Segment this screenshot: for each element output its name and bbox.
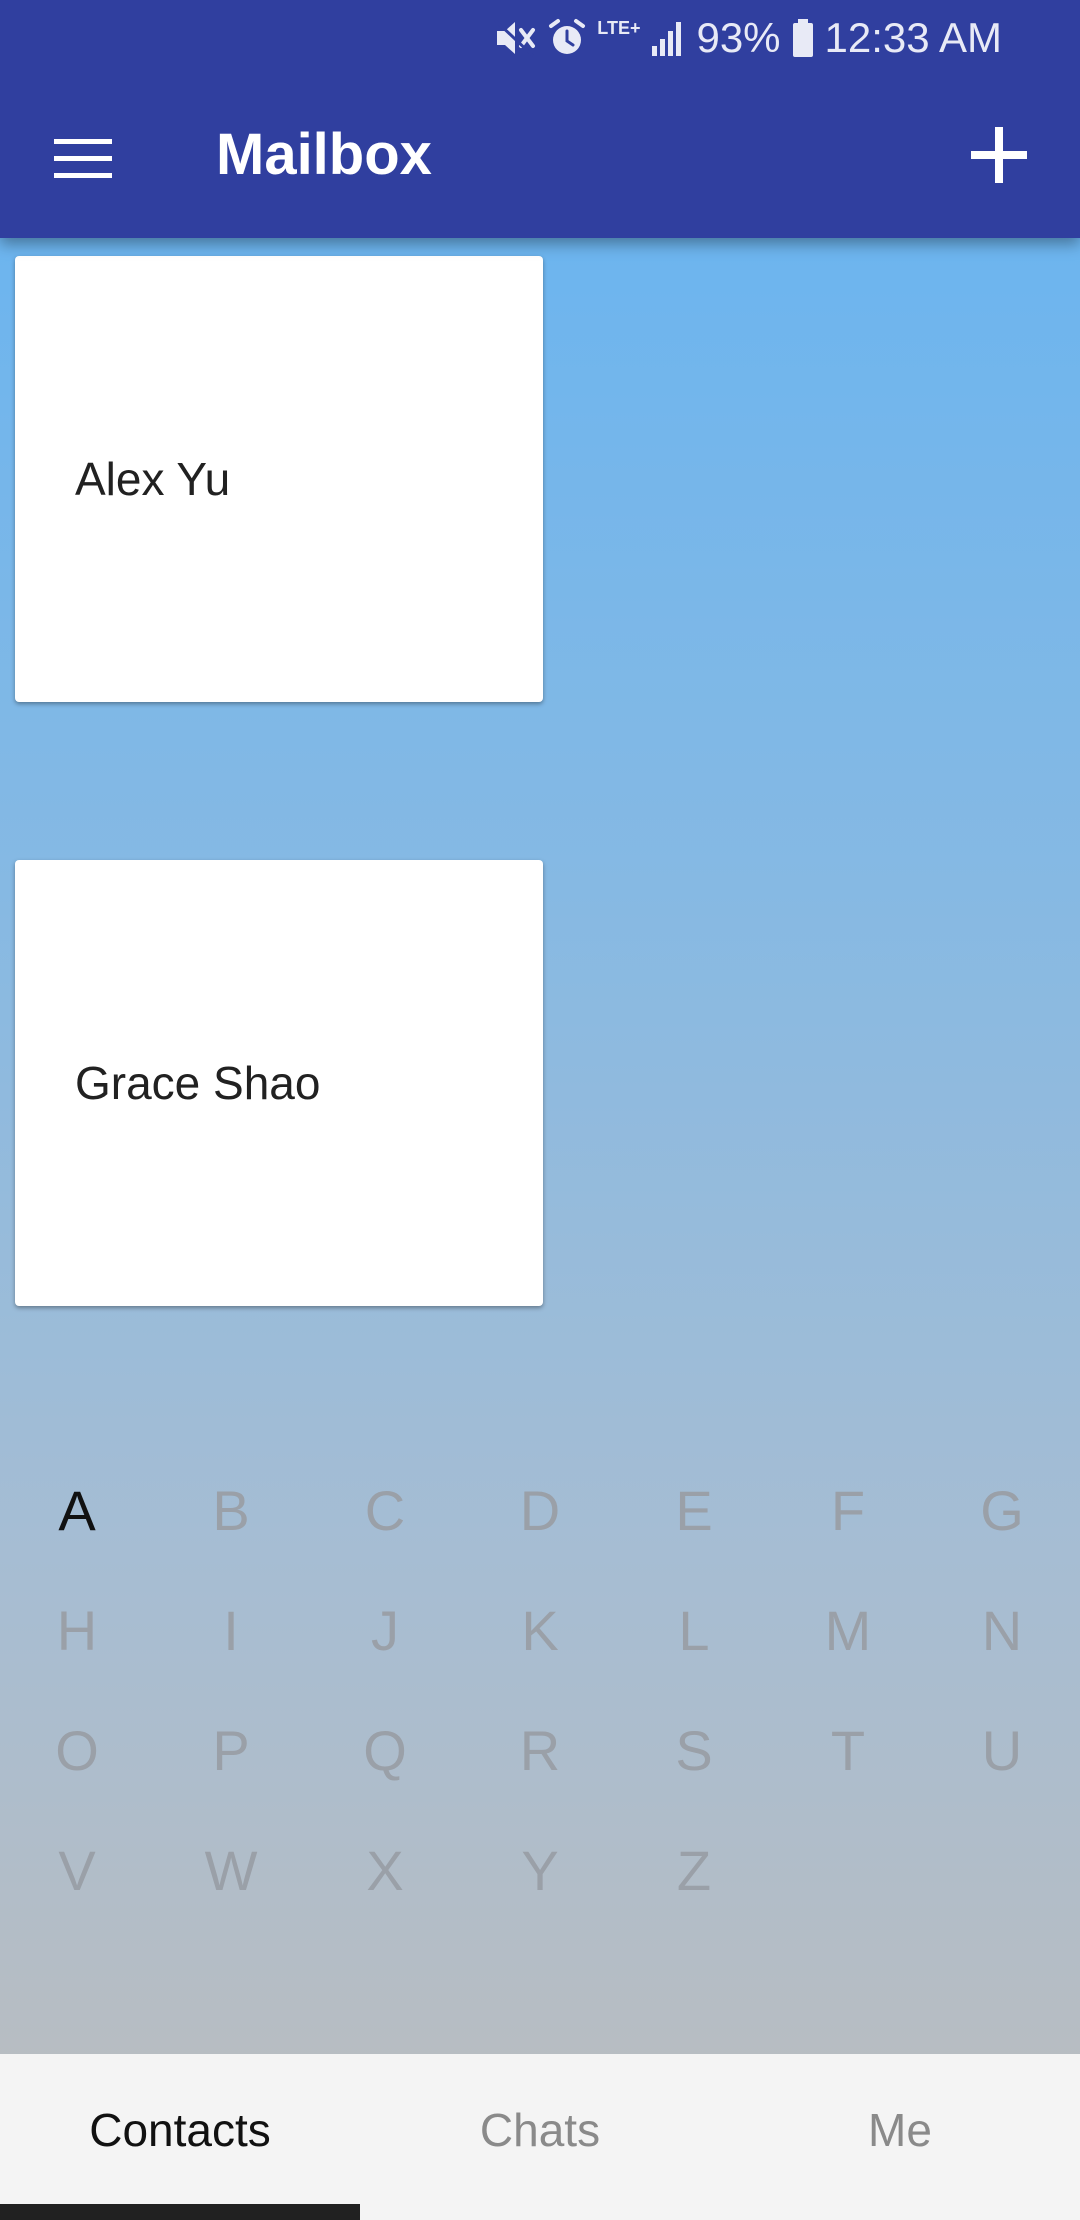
contact-name: Grace Shao bbox=[75, 1057, 321, 1109]
app-bar: LTE+ 93% 12:33 AM Mailbox bbox=[0, 0, 1080, 238]
alphabet-letter-k[interactable]: K bbox=[480, 1570, 600, 1690]
alphabet-letter-q[interactable]: Q bbox=[325, 1690, 445, 1810]
alphabet-letter-g[interactable]: G bbox=[942, 1450, 1062, 1570]
alphabet-letter-b[interactable]: B bbox=[171, 1450, 291, 1570]
alphabet-letter-i[interactable]: I bbox=[171, 1570, 291, 1690]
battery-icon bbox=[791, 18, 815, 58]
alphabet-letter-x[interactable]: X bbox=[325, 1810, 445, 1930]
bottom-tab-bar: Contacts Chats Me bbox=[0, 2054, 1080, 2220]
contact-name: Alex Yu bbox=[75, 453, 231, 505]
status-bar: LTE+ 93% 12:33 AM bbox=[0, 0, 1080, 76]
alphabet-letter-l[interactable]: L bbox=[634, 1570, 754, 1690]
alphabet-letter-y[interactable]: Y bbox=[480, 1810, 600, 1930]
alphabet-letter-o[interactable]: O bbox=[17, 1690, 137, 1810]
tab-contacts[interactable]: Contacts bbox=[0, 2054, 360, 2220]
alphabet-letter-m[interactable]: M bbox=[788, 1570, 908, 1690]
tab-me[interactable]: Me bbox=[720, 2054, 1080, 2220]
mute-icon bbox=[493, 18, 537, 58]
alphabet-letter-w[interactable]: W bbox=[171, 1810, 291, 1930]
alphabet-letter-j[interactable]: J bbox=[325, 1570, 445, 1690]
battery-percent: 93% bbox=[696, 14, 781, 61]
alphabet-letter-c[interactable]: C bbox=[325, 1450, 445, 1570]
lte-icon: LTE+ bbox=[597, 18, 641, 38]
alphabet-letter-t[interactable]: T bbox=[788, 1690, 908, 1810]
alphabet-letter-v[interactable]: V bbox=[17, 1810, 137, 1930]
alphabet-letter-z[interactable]: Z bbox=[634, 1810, 754, 1930]
alphabet-letter-e[interactable]: E bbox=[634, 1450, 754, 1570]
active-tab-indicator bbox=[0, 2204, 360, 2220]
signal-icon bbox=[650, 18, 686, 58]
alphabet-letter-a[interactable]: A bbox=[17, 1450, 137, 1570]
clock-time: 12:33 AM bbox=[824, 14, 1002, 61]
page-title: Mailbox bbox=[216, 122, 432, 187]
plus-icon bbox=[969, 125, 1029, 190]
alphabet-letter-r[interactable]: R bbox=[480, 1690, 600, 1810]
alphabet-letter-d[interactable]: D bbox=[480, 1450, 600, 1570]
contact-card[interactable]: Alex Yu bbox=[15, 256, 543, 702]
alphabet-letter-u[interactable]: U bbox=[942, 1690, 1062, 1810]
alarm-icon bbox=[547, 18, 587, 58]
contact-card[interactable]: Grace Shao bbox=[15, 860, 543, 1306]
alphabet-letter-s[interactable]: S bbox=[634, 1690, 754, 1810]
alphabet-letter-p[interactable]: P bbox=[171, 1690, 291, 1810]
add-contact-button[interactable] bbox=[956, 114, 1042, 200]
toolbar: Mailbox bbox=[0, 76, 1080, 238]
menu-button[interactable] bbox=[40, 118, 126, 204]
alphabet-letter-f[interactable]: F bbox=[788, 1450, 908, 1570]
hamburger-menu-icon bbox=[54, 137, 112, 186]
tab-chats[interactable]: Chats bbox=[360, 2054, 720, 2220]
alphabet-letter-n[interactable]: N bbox=[942, 1570, 1062, 1690]
alphabet-letter-h[interactable]: H bbox=[17, 1570, 137, 1690]
